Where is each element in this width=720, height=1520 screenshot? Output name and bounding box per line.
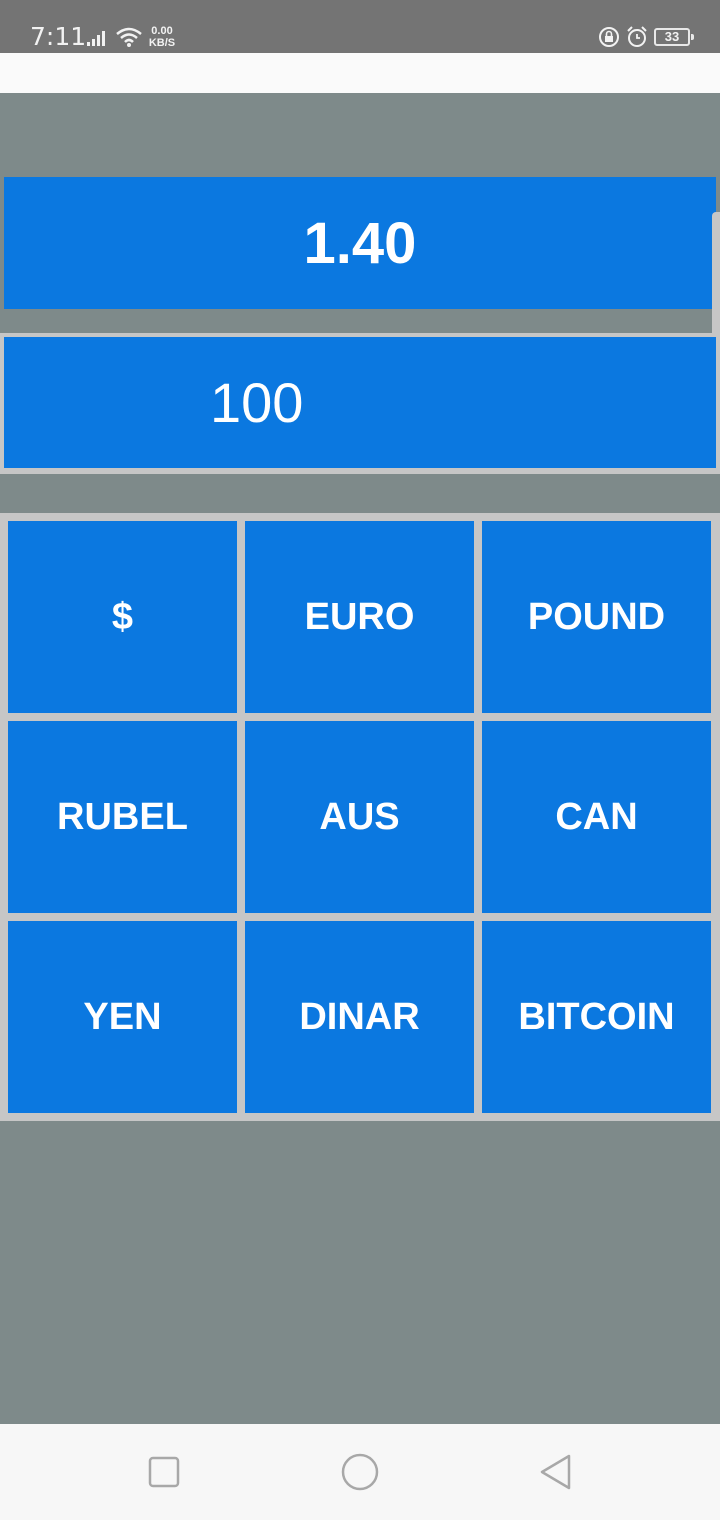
can-button[interactable]: CAN bbox=[482, 721, 711, 913]
net-speed-value: 0.00 bbox=[151, 25, 173, 37]
status-right-icons: 33 bbox=[598, 25, 694, 49]
dinar-button[interactable]: DINAR bbox=[245, 921, 474, 1113]
currency-grid: $ EURO POUND RUBEL AUS CAN YEN DINAR BIT… bbox=[0, 513, 720, 1121]
result-display: 1.40 bbox=[4, 177, 716, 309]
rubel-button[interactable]: RUBEL bbox=[8, 721, 237, 913]
net-speed: 0.00 KB/S bbox=[147, 25, 177, 49]
home-icon[interactable] bbox=[340, 1452, 380, 1492]
euro-button[interactable]: EURO bbox=[245, 521, 474, 713]
net-speed-unit: KB/S bbox=[148, 37, 176, 49]
amount-input-container: 100 bbox=[0, 333, 720, 474]
dollar-button[interactable]: $ bbox=[8, 521, 237, 713]
recent-apps-icon[interactable] bbox=[144, 1452, 184, 1492]
signal-icon bbox=[87, 31, 105, 46]
battery-icon: 33 bbox=[654, 28, 694, 46]
bitcoin-button[interactable]: BITCOIN bbox=[482, 921, 711, 1113]
app-bar bbox=[0, 53, 720, 93]
pound-button[interactable]: POUND bbox=[482, 521, 711, 713]
amount-input[interactable]: 100 bbox=[4, 337, 716, 468]
aus-button[interactable]: AUS bbox=[245, 721, 474, 913]
back-icon[interactable] bbox=[536, 1452, 576, 1492]
navigation-bar bbox=[0, 1424, 720, 1520]
yen-button[interactable]: YEN bbox=[8, 921, 237, 1113]
rotation-lock-icon bbox=[599, 27, 619, 47]
wifi-icon bbox=[116, 27, 142, 47]
status-time: 7:11 bbox=[30, 22, 87, 51]
alarm-icon bbox=[627, 26, 647, 47]
status-bar: 7:11 0.00 KB/S 33 bbox=[0, 0, 720, 53]
